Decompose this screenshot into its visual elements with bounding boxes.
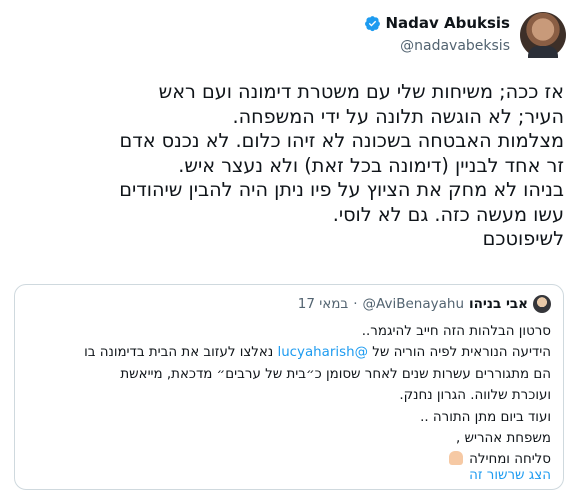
tweet-header: Nadav Abuksis @nadavabeksis — [8, 8, 574, 62]
quoted-line-text: הם מתגוררים עשרות שנים לאחר שסומן כ״בית … — [120, 366, 551, 382]
tweet-line: העיר; לא הוגשה תלונה על ידי המשפחה. — [232, 104, 564, 128]
quoted-line-text: סליחה ומחילה — [469, 452, 551, 468]
tweet-line: עשו מעשה כזה. גם לא לוסי. — [332, 202, 564, 226]
quoted-line-text: הידיעה הנוראית לפיה הוריה של — [367, 345, 551, 361]
quoted-line: הם מתגוררים עשרות שנים לאחר שסומן כ״בית … — [25, 364, 551, 385]
tweet-text: אז ככה; משיחות שלי עם משטרת דימונה ועם ר… — [14, 80, 564, 252]
quoted-tweet-text: סרטון הבלהות הזה חייב להיגמר.. הידיעה הנ… — [25, 321, 551, 471]
quoted-line-text: נאלצו לעזוב את הבית בדימונה בו — [84, 345, 278, 361]
author-name-row: Nadav Abuksis — [364, 14, 510, 32]
separator-dot: · — [353, 296, 358, 312]
quoted-tweet-date[interactable]: 17 במאי — [298, 296, 349, 312]
verified-badge-icon — [365, 15, 381, 31]
quoted-line: ועוכרת שלווה. הגרון נחנק. — [25, 385, 551, 406]
quoted-line: ועוד ביום מתן התורה .. — [25, 407, 551, 428]
tweet-line: זר אחד לבניין (דימונה בכל זאת) ולא נעצר … — [178, 153, 564, 177]
quoted-author-name[interactable]: אבי בניהו — [469, 296, 528, 312]
show-thread-link[interactable]: הצג שרשור זה — [469, 468, 551, 483]
quoted-tweet-card[interactable]: אבי בניהו @AviBenayahu · 17 במאי סרטון ה… — [14, 284, 564, 490]
quoted-line: סרטון הבלהות הזה חייב להיגמר.. — [25, 321, 551, 342]
tweet-line: מצלמות האבטחה בשכונה לא זיהו כלום. לא נכ… — [119, 129, 565, 152]
quoted-line-text: סרטון הבלהות הזה חייב להיגמר.. — [361, 324, 551, 339]
quoted-line-text: ועוכרת שלווה. הגרון נחנק. — [399, 388, 551, 404]
author-avatar[interactable] — [520, 12, 566, 58]
quoted-line: משפחת אהריש , — [25, 428, 551, 449]
quoted-tweet-header: אבי בניהו @AviBenayahu · 17 במאי — [298, 295, 551, 313]
author-name[interactable]: Nadav Abuksis — [385, 14, 510, 32]
quoted-line-text: ועוד ביום מתן התורה .. — [420, 409, 551, 425]
quoted-line-text: משפחת אהריש , — [455, 431, 551, 447]
quoted-author-avatar[interactable] — [533, 295, 551, 313]
tweet-line: בניהו לא מחק את הציוץ על פיו ניתן היה לה… — [119, 178, 564, 201]
author-handle[interactable]: @nadavabeksis — [400, 38, 510, 54]
mention-link[interactable]: @lucyaharish — [277, 345, 367, 360]
tweet-line: לשיפוטכם — [482, 227, 564, 250]
quoted-line: הידיעה הנוראית לפיה הוריה של @lucyaharis… — [25, 342, 551, 363]
tweet-line: אז ככה; משיחות שלי עם משטרת דימונה ועם ר… — [158, 80, 564, 103]
folded-hands-emoji-icon — [448, 451, 463, 466]
quoted-author-handle[interactable]: @AviBenayahu — [363, 296, 464, 312]
